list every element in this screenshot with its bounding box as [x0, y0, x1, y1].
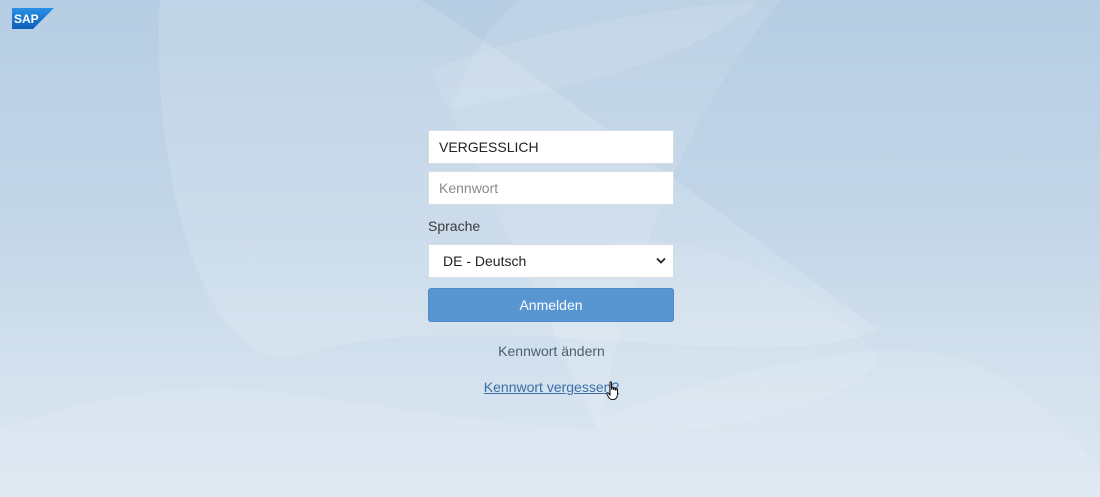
login-form: Sprache DE - Deutsch Anmelden Kennwort ä…	[428, 130, 675, 396]
language-label: Sprache	[428, 218, 481, 234]
forgot-password-link[interactable]: Kennwort vergessen?	[484, 379, 619, 395]
sap-logo-text: SAP	[14, 12, 39, 26]
sap-logo: SAP	[12, 8, 54, 29]
username-input[interactable]	[428, 130, 674, 164]
forgot-password-row: Kennwort vergessen?	[428, 378, 675, 396]
language-select[interactable]: DE - Deutsch	[428, 244, 674, 278]
chevron-down-icon	[656, 257, 666, 264]
language-select-value: DE - Deutsch	[443, 253, 527, 269]
login-button[interactable]: Anmelden	[428, 288, 674, 322]
change-password-link[interactable]: Kennwort ändern	[428, 342, 675, 360]
password-input[interactable]	[428, 171, 674, 205]
